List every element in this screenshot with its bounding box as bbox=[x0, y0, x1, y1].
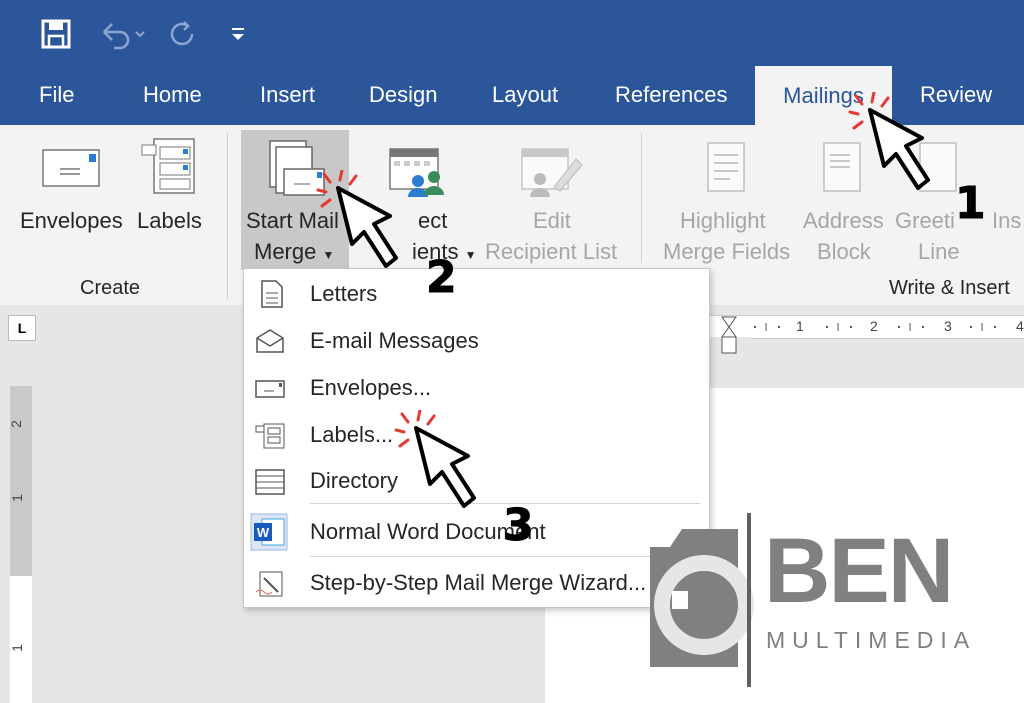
menu-item-email-messages[interactable]: E-mail Messages bbox=[244, 318, 709, 364]
address-label2: Block bbox=[817, 239, 871, 264]
labels-icon bbox=[254, 420, 286, 450]
edit-recipient-label1: Edit bbox=[533, 208, 571, 233]
menu-item-label: Envelopes... bbox=[310, 375, 432, 400]
address-label1: Address bbox=[803, 208, 884, 233]
create-group-label: Create bbox=[80, 277, 141, 299]
write-insert-group-label: Write & Insert bbox=[889, 277, 1010, 299]
cursor-pointer-icon bbox=[316, 168, 426, 285]
logo-brand-text: BEN bbox=[764, 520, 954, 622]
logo-sub-text: MULTIMEDIA bbox=[766, 627, 977, 653]
svg-text:W: W bbox=[257, 525, 270, 540]
save-icon[interactable] bbox=[40, 16, 72, 52]
menu-item-label: Step-by-Step Mail Merge Wizard... bbox=[310, 570, 647, 595]
undo-icon[interactable] bbox=[98, 16, 146, 52]
horizontal-ruler[interactable]: 1 2 3 4 bbox=[706, 315, 1024, 339]
menu-item-letters[interactable]: Letters bbox=[244, 271, 709, 317]
dropdown-arrow-icon: ▼ bbox=[464, 248, 477, 262]
wizard-icon bbox=[254, 568, 286, 598]
menu-separator bbox=[310, 556, 700, 557]
cursor-pointer-icon bbox=[394, 408, 504, 525]
redo-icon[interactable] bbox=[166, 16, 198, 52]
ruler-indent-marker[interactable] bbox=[706, 336, 752, 357]
greeting-label1: Greeti bbox=[895, 208, 955, 233]
highlight-label2: Merge Fields bbox=[663, 239, 791, 264]
directory-icon bbox=[254, 466, 286, 496]
labels-icon[interactable] bbox=[140, 137, 196, 200]
tab-insert[interactable]: Insert bbox=[260, 80, 315, 110]
tab-file[interactable]: File bbox=[39, 80, 74, 110]
word-icon: W bbox=[250, 513, 288, 551]
highlight-fields-icon bbox=[706, 141, 746, 198]
menu-item-label: Labels... bbox=[310, 422, 394, 447]
envelopes-button[interactable]: Envelopes bbox=[20, 205, 123, 236]
menu-item-label: Directory bbox=[310, 468, 399, 493]
menu-item-envelopes[interactable]: Envelopes... bbox=[244, 365, 709, 411]
vruler-mark: 1 bbox=[8, 644, 25, 652]
start-mail-merge-label2-text: Merge bbox=[254, 239, 317, 264]
ruler-ticks bbox=[721, 316, 996, 338]
ruler-mark: 2 bbox=[870, 318, 878, 334]
vruler-mark: 2 bbox=[7, 420, 24, 428]
vertical-ruler-margin bbox=[10, 386, 32, 576]
step-number-3: 3 bbox=[503, 500, 535, 552]
vruler-mark: 1 bbox=[8, 494, 25, 502]
vertical-ruler[interactable] bbox=[10, 576, 32, 703]
group-divider bbox=[227, 133, 228, 299]
edit-recipient-icon bbox=[520, 145, 584, 202]
labels-button[interactable]: Labels bbox=[137, 205, 202, 236]
insert-field-label: Ins bbox=[992, 208, 1022, 233]
customize-qat-icon[interactable] bbox=[228, 16, 248, 52]
ben-multimedia-logo: BEN MULTIMEDIA bbox=[648, 511, 1024, 696]
ruler-mark: 1 bbox=[796, 318, 804, 334]
tab-home[interactable]: Home bbox=[143, 80, 202, 110]
step-number-2: 2 bbox=[426, 252, 458, 304]
ruler-mark: 3 bbox=[944, 318, 952, 334]
email-icon bbox=[254, 326, 286, 356]
tab-references[interactable]: References bbox=[615, 80, 728, 110]
greeting-label2: Line bbox=[918, 239, 960, 264]
tab-design[interactable]: Design bbox=[369, 80, 437, 110]
envelope-icon[interactable] bbox=[42, 149, 100, 192]
cursor-pointer-icon bbox=[848, 90, 958, 207]
menu-item-label: E-mail Messages bbox=[310, 328, 479, 353]
ruler-mark: 4 bbox=[1016, 318, 1024, 334]
tab-layout[interactable]: Layout bbox=[492, 80, 558, 110]
edit-recipient-label2: Recipient List bbox=[485, 239, 618, 264]
step-number-1: 1 bbox=[955, 178, 987, 230]
menu-item-mail-merge-wizard[interactable]: Step-by-Step Mail Merge Wizard... bbox=[244, 560, 709, 606]
tab-selector[interactable]: L bbox=[8, 315, 36, 341]
highlight-label1: Highlight bbox=[680, 208, 766, 233]
group-divider bbox=[641, 133, 642, 263]
envelope-icon bbox=[254, 373, 286, 403]
letter-icon bbox=[254, 279, 286, 309]
